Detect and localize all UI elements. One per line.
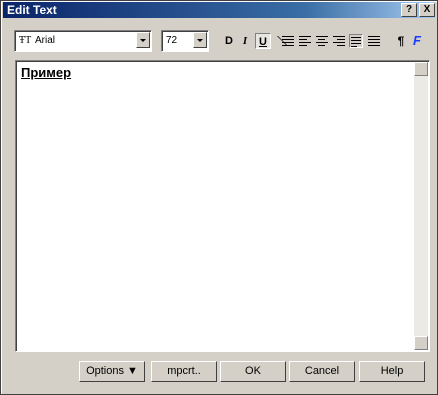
close-icon[interactable]: X: [419, 3, 435, 17]
underline-button[interactable]: U: [255, 33, 271, 49]
options-button[interactable]: Options ▼: [79, 361, 145, 382]
title-bar[interactable]: Edit Text ? X: [3, 2, 435, 18]
ok-button[interactable]: OK: [220, 361, 286, 382]
paragraph-icon[interactable]: ¶: [393, 33, 409, 49]
window-title: Edit Text: [7, 3, 57, 17]
align-center-button[interactable]: [315, 34, 329, 48]
vertical-scrollbar[interactable]: [414, 62, 428, 350]
align-full-justify-button[interactable]: [367, 34, 381, 48]
text-editor[interactable]: Пример: [15, 60, 430, 352]
align-justify-button[interactable]: [349, 34, 363, 48]
font-select[interactable]: ŦT Arial: [14, 30, 152, 52]
bold-button[interactable]: D: [221, 33, 237, 49]
help-button[interactable]: Help: [359, 361, 425, 382]
truetype-icon: ŦT: [19, 35, 32, 46]
scroll-up-arrow-icon[interactable]: [414, 62, 428, 76]
align-left-button[interactable]: [298, 34, 312, 48]
font-size-select[interactable]: 72: [161, 30, 209, 52]
import-button[interactable]: mpcrt..: [151, 361, 217, 382]
font-size-value: 72: [166, 35, 178, 46]
help-icon[interactable]: ?: [401, 3, 417, 17]
align-none-button[interactable]: [277, 34, 302, 48]
scroll-down-arrow-icon[interactable]: [414, 336, 428, 350]
chevron-down-icon[interactable]: [193, 32, 207, 48]
italic-button[interactable]: I: [237, 33, 253, 49]
editor-text[interactable]: Пример: [21, 65, 71, 80]
font-value: Arial: [35, 35, 56, 46]
cancel-button[interactable]: Cancel: [289, 361, 355, 382]
align-right-button[interactable]: [332, 34, 346, 48]
edit-text-dialog: Edit Text ? X ŦT Arial 72 D I U ¶ F Прим…: [0, 0, 438, 395]
font-color-button[interactable]: F: [409, 33, 425, 49]
chevron-down-icon[interactable]: [136, 32, 150, 48]
